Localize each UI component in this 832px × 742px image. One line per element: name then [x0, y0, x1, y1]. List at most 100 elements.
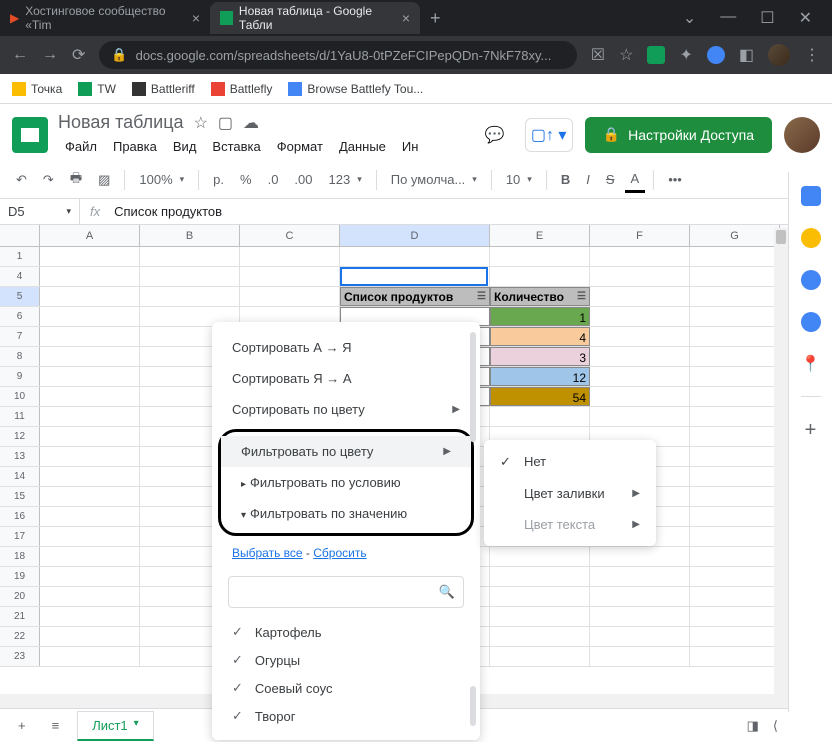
- filter-color-item[interactable]: Фильтровать по цвету▶: [221, 436, 471, 467]
- row-header[interactable]: 17: [0, 527, 40, 546]
- cell[interactable]: [40, 387, 140, 406]
- cell[interactable]: [40, 407, 140, 426]
- column-header[interactable]: G: [690, 225, 780, 246]
- menu-file[interactable]: Файл: [58, 136, 104, 157]
- filter-icon[interactable]: ☰: [577, 287, 586, 306]
- filter-value-item[interactable]: ✓Огурцы: [232, 646, 460, 674]
- sort-za-item[interactable]: Сортировать Я → А: [212, 363, 480, 394]
- cell[interactable]: [690, 447, 780, 466]
- reload-icon[interactable]: ⟳: [72, 45, 85, 65]
- bookmark-item[interactable]: TW: [78, 82, 116, 96]
- row-header[interactable]: 19: [0, 567, 40, 586]
- filter-icon[interactable]: ☰: [477, 287, 486, 306]
- decrease-decimal-button[interactable]: .0: [262, 168, 285, 191]
- extensions-icon[interactable]: ✦: [679, 45, 692, 65]
- cell[interactable]: [690, 247, 780, 266]
- paint-format-button[interactable]: ▨: [92, 168, 116, 192]
- sort-color-item[interactable]: Сортировать по цвету▶: [212, 394, 480, 425]
- row-header[interactable]: 21: [0, 607, 40, 626]
- cell[interactable]: [590, 327, 690, 346]
- cell[interactable]: [40, 427, 140, 446]
- cell[interactable]: 1: [490, 307, 590, 326]
- zoom-select[interactable]: 100%: [133, 168, 190, 191]
- increase-decimal-button[interactable]: .00: [288, 168, 318, 191]
- cell[interactable]: [690, 427, 780, 446]
- cell[interactable]: [490, 407, 590, 426]
- cell[interactable]: [590, 307, 690, 326]
- maximize-icon[interactable]: ☐: [760, 8, 774, 28]
- submenu-fill-color[interactable]: Цвет заливки▶: [484, 478, 656, 509]
- cell[interactable]: [40, 247, 140, 266]
- profile-avatar[interactable]: [768, 44, 790, 66]
- extension-icon[interactable]: [707, 46, 725, 64]
- cell[interactable]: [40, 607, 140, 626]
- browser-tab-2[interactable]: Новая таблица - Google Табли ×: [210, 2, 420, 34]
- cell[interactable]: [690, 547, 780, 566]
- menu-icon[interactable]: ⋮: [804, 45, 820, 65]
- filter-search-input[interactable]: 🔍: [228, 576, 464, 608]
- cell[interactable]: [590, 587, 690, 606]
- bookmark-item[interactable]: Battlefly: [211, 82, 273, 96]
- chevron-down-icon[interactable]: ⌄: [683, 8, 696, 28]
- present-button[interactable]: ▢↑ ▾: [525, 118, 573, 152]
- bold-button[interactable]: B: [555, 168, 576, 191]
- row-header[interactable]: 5: [0, 287, 40, 306]
- translate-icon[interactable]: ☒: [591, 45, 605, 65]
- maps-icon[interactable]: 📍: [801, 354, 821, 374]
- cell[interactable]: 54: [490, 387, 590, 406]
- cell[interactable]: [590, 287, 690, 306]
- percent-button[interactable]: %: [234, 168, 258, 191]
- cell[interactable]: [40, 567, 140, 586]
- column-header[interactable]: E: [490, 225, 590, 246]
- column-header[interactable]: D: [340, 225, 490, 246]
- contacts-icon[interactable]: [801, 312, 821, 332]
- cell[interactable]: [40, 547, 140, 566]
- calendar-icon[interactable]: [801, 186, 821, 206]
- minimize-icon[interactable]: —: [720, 8, 736, 28]
- cell[interactable]: [40, 327, 140, 346]
- cell[interactable]: [40, 367, 140, 386]
- share-button[interactable]: 🔒 Настройки Доступа: [585, 117, 772, 153]
- cell[interactable]: [690, 387, 780, 406]
- cell[interactable]: [40, 507, 140, 526]
- extension-icon[interactable]: [647, 46, 665, 64]
- italic-button[interactable]: I: [580, 168, 596, 191]
- row-header[interactable]: 23: [0, 647, 40, 666]
- cell[interactable]: [690, 347, 780, 366]
- cell[interactable]: [590, 367, 690, 386]
- sheet-tab-1[interactable]: Лист1▾: [77, 711, 154, 741]
- cell[interactable]: 3: [490, 347, 590, 366]
- bookmark-item[interactable]: Точка: [12, 82, 62, 96]
- add-sheet-button[interactable]: +: [10, 714, 34, 737]
- cell[interactable]: [690, 467, 780, 486]
- submenu-none[interactable]: ✓Нет: [484, 446, 656, 478]
- vertical-scrollbar[interactable]: [774, 228, 788, 708]
- cell[interactable]: [690, 267, 780, 286]
- scrollbar[interactable]: [470, 686, 476, 726]
- bookmark-item[interactable]: Battleriff: [132, 82, 195, 96]
- move-icon[interactable]: ▢: [218, 113, 233, 133]
- cell[interactable]: Список продуктов☰: [340, 287, 490, 306]
- cell[interactable]: [490, 587, 590, 606]
- user-avatar[interactable]: [784, 117, 820, 153]
- bookmark-item[interactable]: Browse Battlefy Tou...: [288, 82, 423, 96]
- cell[interactable]: [240, 247, 340, 266]
- cell[interactable]: [490, 607, 590, 626]
- cell[interactable]: [590, 567, 690, 586]
- number-format-button[interactable]: 123: [323, 168, 368, 191]
- cell[interactable]: [690, 407, 780, 426]
- cell[interactable]: [240, 287, 340, 306]
- cell[interactable]: [590, 407, 690, 426]
- cell[interactable]: [40, 287, 140, 306]
- row-header[interactable]: 4: [0, 267, 40, 286]
- cell[interactable]: [590, 627, 690, 646]
- cell[interactable]: [340, 267, 490, 286]
- cell[interactable]: [40, 307, 140, 326]
- cell[interactable]: Количество☰: [490, 287, 590, 306]
- cloud-icon[interactable]: ☁: [243, 113, 259, 133]
- cell[interactable]: [40, 587, 140, 606]
- cell[interactable]: [690, 647, 780, 666]
- menu-edit[interactable]: Правка: [106, 136, 164, 157]
- cell[interactable]: [140, 267, 240, 286]
- cell[interactable]: [590, 547, 690, 566]
